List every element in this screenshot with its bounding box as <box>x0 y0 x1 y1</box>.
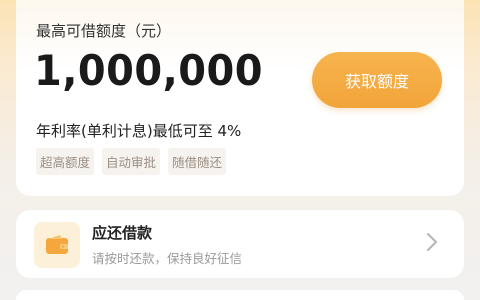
interest-rate-text: 年利率(单利计息)最低可至 4% <box>36 122 242 140</box>
repayment-subtitle: 请按时还款，保持良好征信 <box>92 251 243 266</box>
feature-tag-auto-approval: 自动审批 <box>102 148 161 175</box>
feature-tags: 超高额度 自动审批 随借随还 <box>36 148 227 175</box>
credit-limit-card: 最高可借额度（元） 1,000,000 获取额度 年利率(单利计息)最低可至 4… <box>16 0 464 196</box>
credit-limit-title: 最高可借额度（元） <box>36 22 172 40</box>
get-quota-button[interactable]: 获取额度 <box>312 52 442 108</box>
repayment-row[interactable]: 应还借款 请按时还款，保持良好征信 <box>16 210 464 278</box>
next-card-partial <box>16 290 464 300</box>
repayment-title: 应还借款 <box>92 224 153 242</box>
credit-limit-amount: 1,000,000 <box>34 46 263 95</box>
wallet-icon <box>34 222 80 268</box>
chevron-right-icon <box>426 232 438 256</box>
feature-tag-flexible-repay: 随借随还 <box>168 148 227 175</box>
feature-tag-high-limit: 超高额度 <box>36 148 95 175</box>
